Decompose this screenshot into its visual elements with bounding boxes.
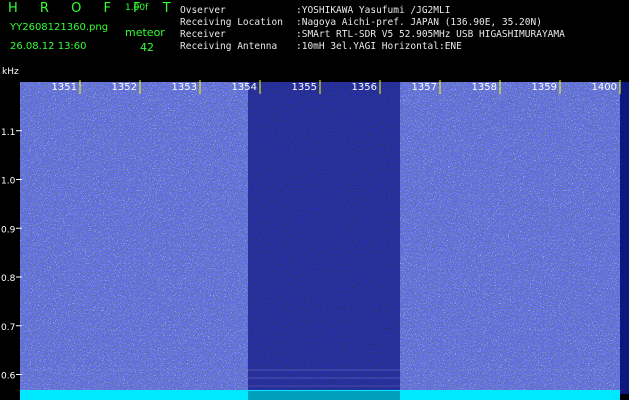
x-tick-label: 1352 (112, 82, 137, 93)
location-value: :Nagoya Aichi-pref. JAPAN (136.90E, 35.2… (296, 17, 542, 28)
receiver-key: Receiver (180, 29, 226, 40)
location-key: Receiving Location (180, 17, 283, 28)
x-tick-label: 1354 (232, 82, 257, 93)
receiver-row: Receiver :SMArt RTL-SDR V5 52.905MHz USB … (180, 29, 565, 40)
app-title: H R O F F T (8, 1, 180, 16)
antenna-key: Receiving Antenna (180, 41, 278, 52)
y-tick-label: 0.8 (1, 274, 16, 284)
meteor-label: meteor (125, 26, 165, 39)
dim-band (248, 82, 400, 394)
file-name: YY2608121360.png (10, 22, 109, 33)
y-tick-label: 0.9 (1, 225, 16, 235)
x-tick-label: 1351 (52, 82, 77, 93)
y-tick-label: 0.6 (1, 372, 16, 382)
x-tick-label: 1358 (472, 82, 497, 93)
x-tick-label: 1355 (292, 82, 317, 93)
x-tick-label: 1400 (592, 82, 617, 93)
meteor-count: 42 (140, 41, 154, 54)
datetime: 26.08.12 13:60 (10, 41, 87, 52)
x-tick-label: 1356 (352, 82, 377, 93)
app-version: 1.00f (125, 3, 149, 13)
receiver-value: :SMArt RTL-SDR V5 52.905MHz USB HIGASHIM… (296, 29, 565, 40)
observer-row: Ovserver :YOSHIKAWA Yasufumi /JG2MLI (180, 5, 450, 16)
x-tick-label: 1353 (172, 82, 197, 93)
location-row: Receiving Location :Nagoya Aichi-pref. JA… (180, 17, 542, 28)
x-tick-label: 1359 (532, 82, 557, 93)
y-unit-label: kHz (2, 67, 19, 77)
y-tick-label: 1.0 (1, 177, 16, 187)
observer-value: :YOSHIKAWA Yasufumi /JG2MLI (296, 5, 451, 16)
right-strip (620, 82, 629, 394)
x-tick-label: 1357 (412, 82, 437, 93)
antenna-value: :10mH 3el.YAGI Horizontal:ENE (296, 41, 462, 52)
y-tick-label: 0.7 (1, 323, 15, 333)
top-axis-bar (0, 60, 629, 82)
antenna-row: Receiving Antenna :10mH 3el.YAGI Horizont… (180, 41, 462, 52)
spectrogram: kHz 1351 1352 1353 1354 1355 1356 1357 1358 1359… (0, 60, 629, 400)
signal-baseline-dim (248, 391, 400, 400)
observer-key: Ovserver (180, 5, 226, 16)
y-tick-label: 1.1 (1, 128, 15, 138)
